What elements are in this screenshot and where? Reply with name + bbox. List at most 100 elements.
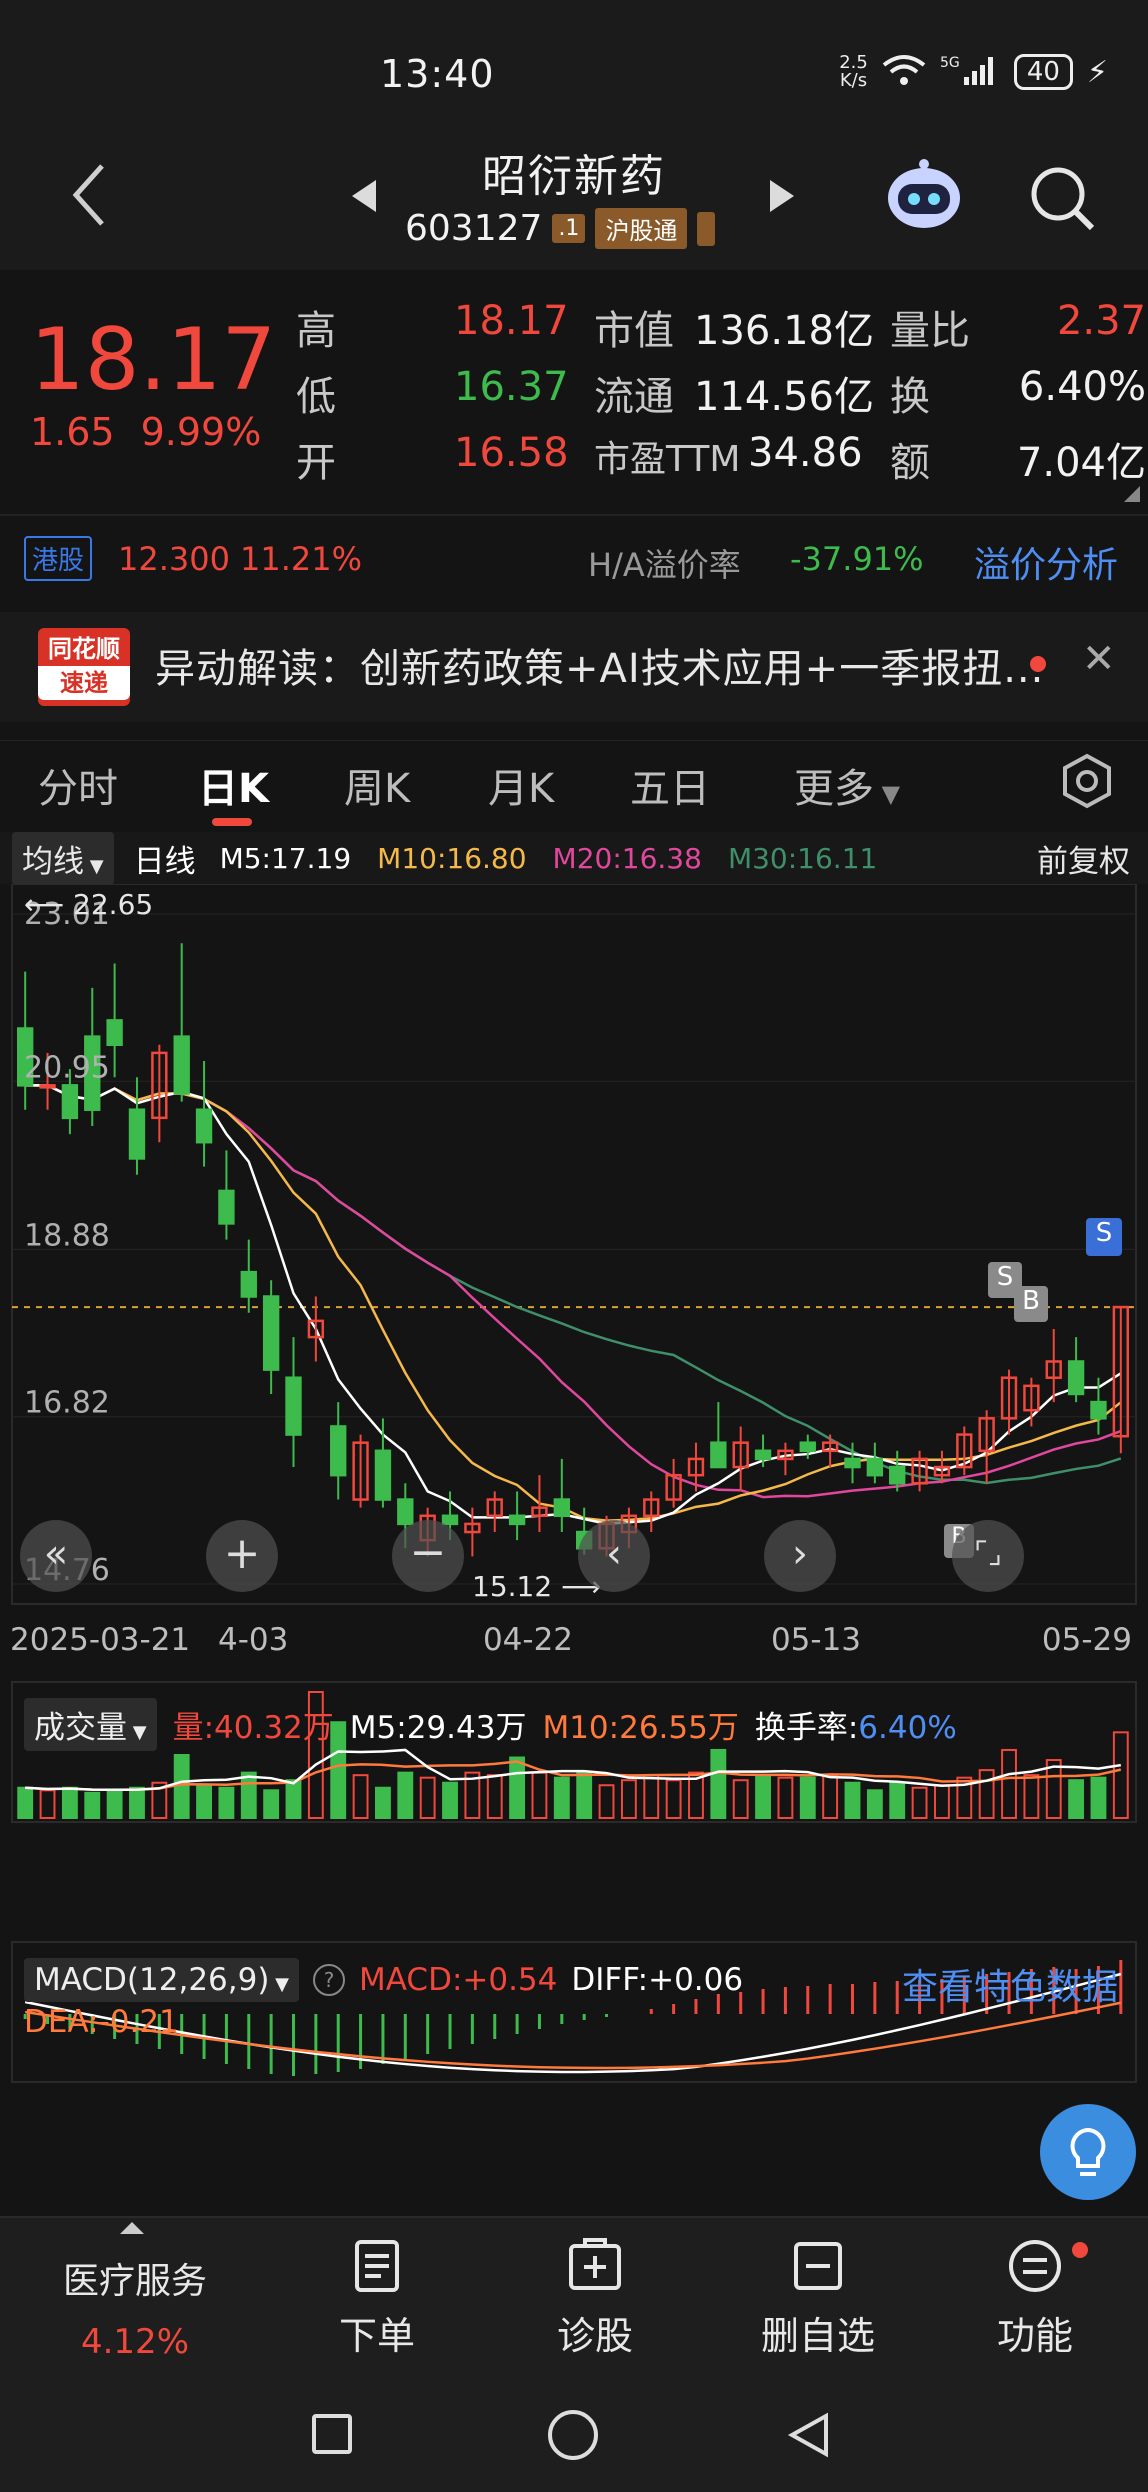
quote-label: 换 [890,374,930,420]
quote-label: 市值 [594,308,674,354]
candle [665,1458,682,1508]
scroll-right-button[interactable]: › [764,1520,836,1592]
last-price: 18.17 [30,310,277,410]
volume-bar [375,1786,391,1820]
candle-body [262,1295,280,1371]
chevron-down-icon: ▼ [874,780,901,808]
candle-body [1067,1360,1085,1396]
x-axis-labels: 2025-03-21 4-03 04-22 05-13 05-29 [10,1622,1132,1658]
candle [285,1337,302,1468]
recent-apps-icon[interactable] [312,2414,352,2454]
sector-item[interactable]: 医疗服务 4.12% [40,2252,230,2362]
close-icon[interactable]: ✕ [1082,636,1116,682]
quote-value: 2.37 [1056,298,1146,344]
volume-bar [866,1789,883,1820]
low-value: 15.12 [472,1570,553,1603]
candle [262,1280,280,1394]
zoom-out-button[interactable]: − [392,1520,464,1592]
expand-corner-icon[interactable] [1124,486,1140,502]
volume-bar [1090,1776,1107,1819]
tab-intraday[interactable]: 分时 [38,756,118,814]
ma30-line [25,1084,1122,1485]
candle-body [330,1425,347,1477]
candle [821,1434,839,1468]
fullscreen-button[interactable]: ⌜⌟ [952,1520,1024,1592]
quote-value: 34.86 [748,430,863,476]
candle-body [508,1514,526,1526]
tag-connect[interactable]: 沪股通 [595,208,688,249]
x-tick-label: 05-13 [771,1622,861,1658]
turnover-value: 6.40% [858,1710,957,1746]
candle [352,1434,369,1508]
tab-more[interactable]: 更多 ▼ [794,756,900,814]
quote-label: 开 [296,440,336,486]
volume-dropdown-label: 成交量 [34,1710,127,1746]
volume-bar [39,1789,56,1820]
hk-row-divider [0,514,1148,516]
ma-dropdown[interactable]: 均线 ▼ [12,831,114,885]
quote-value: 136.18亿 [694,308,874,354]
volume-bar [822,1774,839,1819]
ai-robot-icon[interactable] [884,158,964,234]
volume-bar [553,1776,570,1819]
quote-label: 流通 [594,374,674,420]
volume-bar [240,1771,257,1820]
functions-icon [1009,2240,1061,2292]
candle-body [39,1084,56,1089]
back-nav-icon[interactable] [786,2412,832,2462]
search-icon[interactable] [1028,164,1098,238]
volume-bar [576,1771,593,1820]
hk-badge: 港股 [24,536,93,581]
scroll-left-button[interactable]: ‹ [578,1520,650,1592]
diagnose-button[interactable]: 诊股 [530,2236,660,2360]
remove-watchlist-button[interactable]: 删自选 [748,2236,888,2360]
quote-label: 低 [296,374,336,420]
candle-body [106,1019,123,1047]
news-logo-bottom: 速递 [38,666,130,700]
diff-value: DIFF:+0.06 [571,1962,744,1998]
help-icon[interactable]: ? [313,1964,346,1996]
collapse-left-button[interactable]: « [20,1520,92,1592]
ma-dropdown-label: 均线 [22,843,84,880]
candle-body [889,1465,906,1485]
volume-bar [61,1786,78,1820]
candle-body [799,1441,816,1453]
remove-icon [794,2242,842,2290]
tab-five-day[interactable]: 五日 [630,756,710,814]
volume-bar [710,1748,727,1820]
x-tick-label: 4-03 [218,1622,288,1658]
tag-more [697,211,716,246]
macd-dropdown[interactable]: MACD(12,26,9) ▼ [24,1958,300,2002]
candle [128,1077,146,1175]
volume-bar [263,1789,280,1820]
settings-icon[interactable] [1058,752,1116,814]
remove-label: 删自选 [760,2314,875,2358]
lightbulb-button[interactable] [1040,2104,1136,2200]
expand-up-icon[interactable] [120,2222,144,2234]
premium-analysis-link[interactable]: 溢价分析 [974,536,1118,588]
volume-bar [598,1784,615,1819]
candle-body [866,1457,884,1477]
dea-line [24,2001,1122,2070]
candle-body [218,1189,235,1225]
feature-data-link[interactable]: 查看特色数据 [902,1958,1118,2010]
order-button[interactable]: 下单 [312,2236,442,2360]
caret-down-icon: ▼ [84,855,104,877]
news-text[interactable]: 异动解读：创新药政策+AI技术应用+一季报扭... [155,636,1044,694]
adjust-mode[interactable]: 前复权 [1037,836,1130,881]
quote-value: 6.40% [1018,364,1146,410]
home-icon[interactable] [548,2410,598,2460]
zoom-in-button[interactable]: + [206,1520,278,1592]
volume-bar [732,1779,749,1820]
tab-monthly-k[interactable]: 月K [488,756,554,814]
tab-daily-k[interactable]: 日K [198,756,269,814]
tab-weekly-k[interactable]: 周K [344,756,410,814]
candle-body [61,1084,79,1120]
candle-body [397,1498,414,1526]
candle-body [553,1498,571,1518]
volume-bar [397,1771,414,1820]
period-tabs [0,740,1148,830]
volume-dropdown[interactable]: 成交量 ▼ [24,1698,157,1751]
candle-body [374,1449,392,1501]
high-value: 22.65 [73,888,154,921]
